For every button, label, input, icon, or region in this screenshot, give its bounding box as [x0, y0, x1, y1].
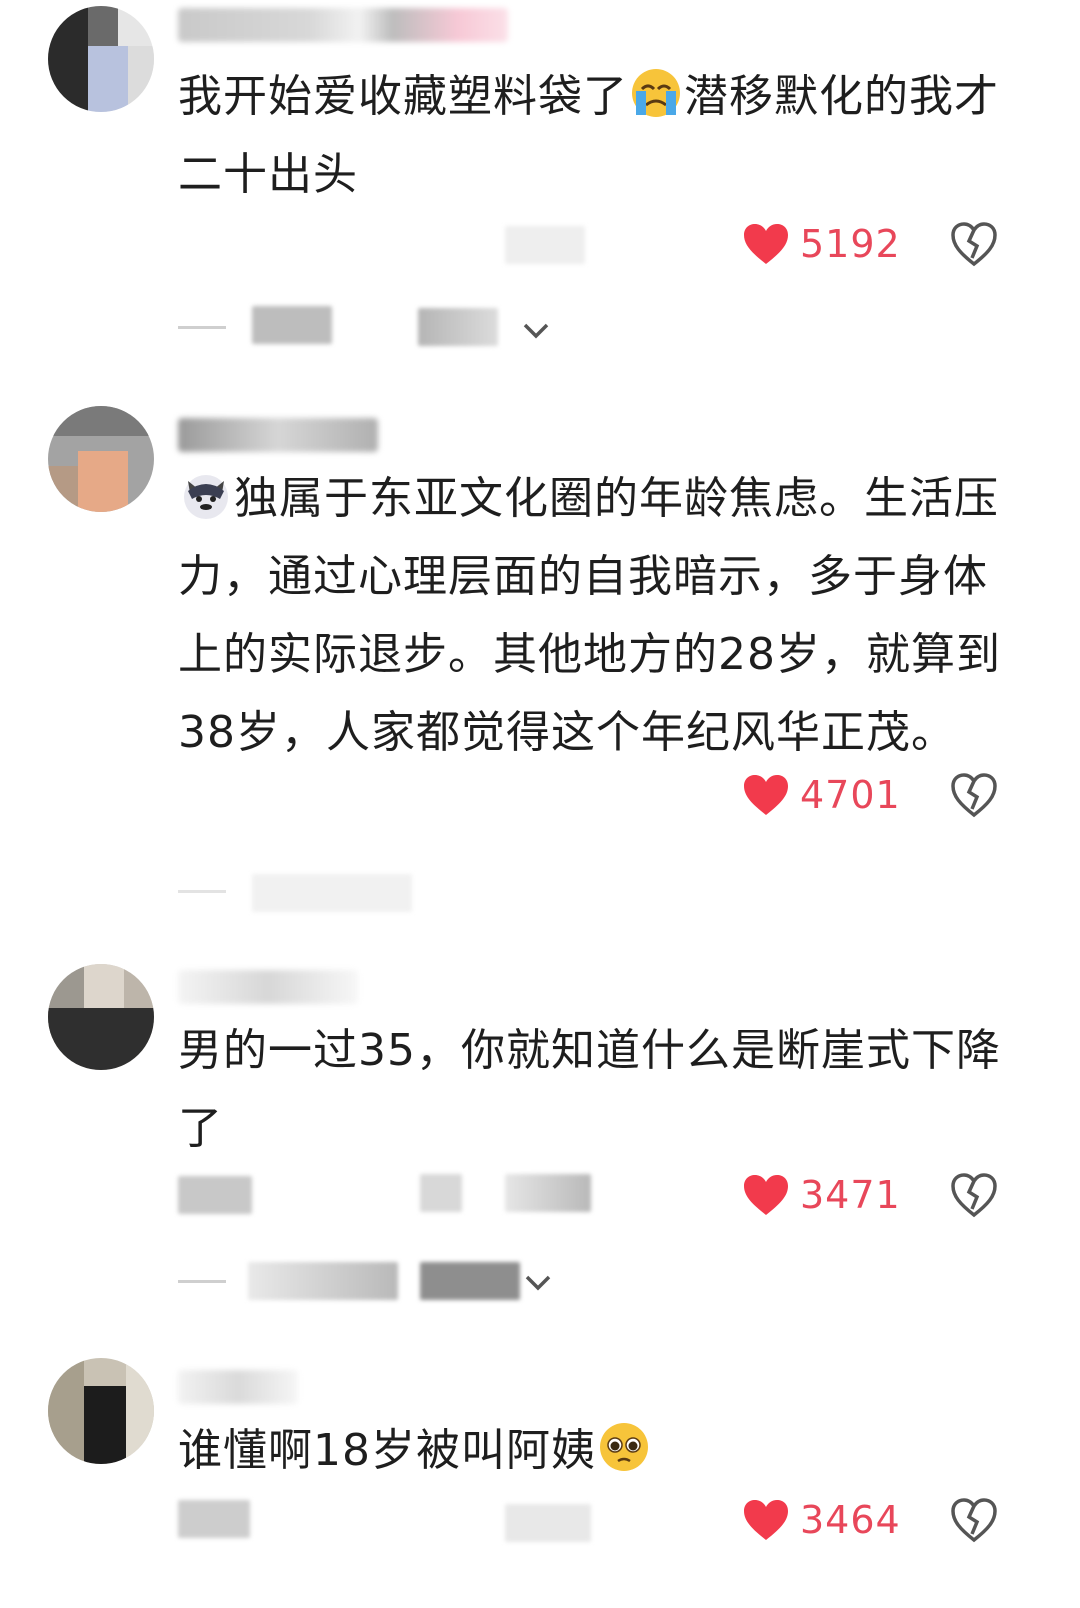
- comment-item: 谁懂啊18岁被叫阿姨 3464: [0, 1350, 1080, 1608]
- like-button[interactable]: 4701: [742, 770, 901, 820]
- comment-text-part: 我开始爱收藏塑料袋了: [178, 71, 628, 122]
- avatar[interactable]: [48, 6, 154, 112]
- chevron-down-icon: [523, 323, 549, 339]
- replies-text-redacted: [418, 308, 498, 346]
- replies-text-redacted: [248, 1262, 398, 1300]
- comment-text: 独属于东亚文化圈的年龄焦虑。生活压力，通过心理层面的自我暗示，多于身体上的实际退…: [178, 460, 1008, 772]
- heart-icon: [744, 775, 788, 815]
- date-redacted: [178, 1500, 250, 1538]
- like-button[interactable]: 3464: [742, 1495, 901, 1545]
- broken-heart-icon[interactable]: [950, 220, 998, 268]
- like-button[interactable]: 3471: [742, 1170, 901, 1220]
- heart-icon: [744, 1175, 788, 1215]
- like-button[interactable]: 5192: [742, 219, 901, 269]
- broken-heart-icon[interactable]: [950, 1496, 998, 1544]
- avatar[interactable]: [48, 406, 154, 512]
- username-redacted[interactable]: [178, 970, 358, 1004]
- broken-heart-icon[interactable]: [950, 771, 998, 819]
- date-redacted: [178, 1176, 252, 1214]
- avatar[interactable]: [48, 964, 154, 1070]
- like-count: 5192: [800, 222, 901, 266]
- broken-heart-icon[interactable]: [950, 1171, 998, 1219]
- wolf-face-emoji: [184, 475, 228, 519]
- comment-item: 男的一过35，你就知道什么是断崖式下降了 3471: [0, 960, 1080, 1340]
- heart-icon: [744, 224, 788, 264]
- comment-text-body: 男的一过35，你就知道什么是断崖式下降了: [178, 1025, 1001, 1154]
- heart-icon: [744, 1500, 788, 1540]
- reply-label-redacted: [505, 1174, 591, 1212]
- comment-text: 我开始爱收藏塑料袋了 潜移默化的我才二十出头: [178, 58, 1008, 214]
- replies-line: [178, 1280, 226, 1283]
- meta-redacted: [420, 1174, 462, 1212]
- reply-label-redacted: [505, 1504, 591, 1542]
- crying-face-emoji: [632, 69, 680, 117]
- username-redacted[interactable]: [178, 8, 508, 42]
- pleading-face-emoji: [600, 1423, 648, 1471]
- avatar[interactable]: [48, 1358, 154, 1464]
- chevron-down-icon: [525, 1275, 551, 1291]
- replies-line: [178, 890, 226, 893]
- comment-text: 谁懂啊18岁被叫阿姨: [178, 1412, 1008, 1490]
- comment-text-body: 谁懂啊18岁被叫阿姨: [178, 1425, 596, 1476]
- like-count: 4701: [800, 773, 901, 817]
- replies-text-redacted: [252, 306, 332, 344]
- replies-text-redacted: [420, 1262, 520, 1300]
- comment-item: 我开始爱收藏塑料袋了 潜移默化的我才二十出头 5192: [0, 0, 1080, 380]
- comment-item: 独属于东亚文化圈的年龄焦虑。生活压力，通过心理层面的自我暗示，多于身体上的实际退…: [0, 400, 1080, 940]
- comment-text: 男的一过35，你就知道什么是断崖式下降了: [178, 1012, 1008, 1168]
- username-redacted[interactable]: [178, 418, 378, 452]
- meta-redacted: [505, 226, 585, 264]
- replies-line: [178, 326, 226, 329]
- like-count: 3471: [800, 1173, 901, 1217]
- replies-expand[interactable]: [178, 306, 578, 350]
- replies-text-redacted: [252, 874, 412, 912]
- comment-text-body: 独属于东亚文化圈的年龄焦虑。生活压力，通过心理层面的自我暗示，多于身体上的实际退…: [178, 473, 1001, 758]
- replies-expand[interactable]: [178, 870, 438, 914]
- username-redacted[interactable]: [178, 1370, 298, 1404]
- replies-expand[interactable]: [178, 1260, 578, 1304]
- like-count: 3464: [800, 1498, 901, 1542]
